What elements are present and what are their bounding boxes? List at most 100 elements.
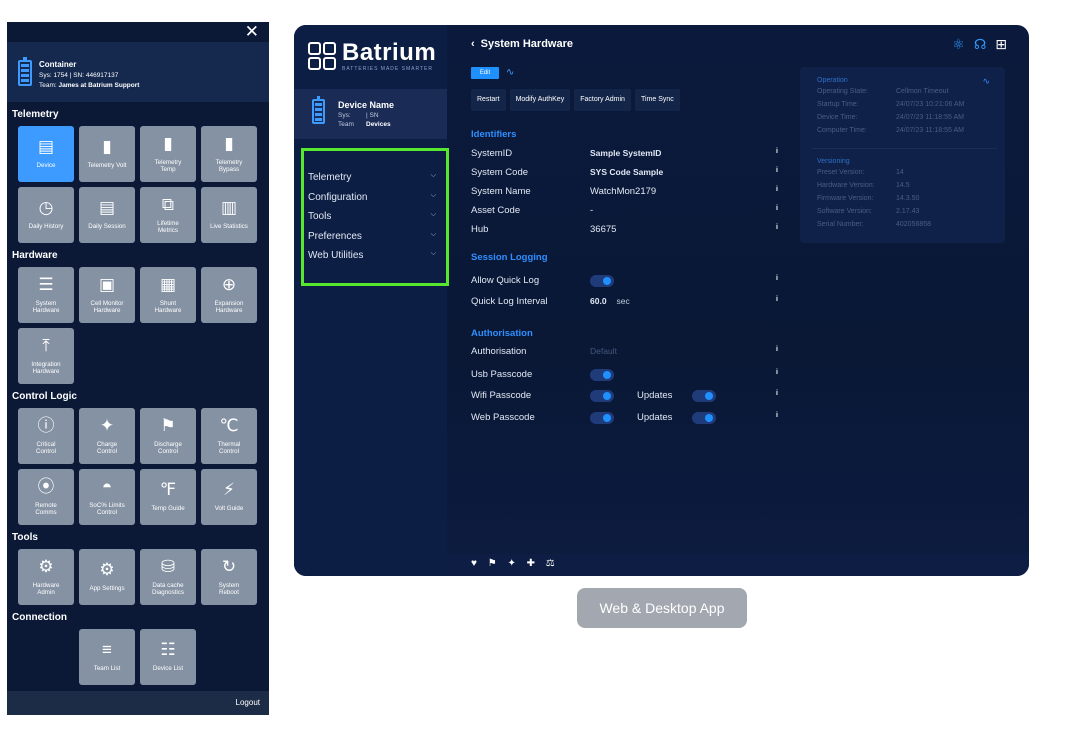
info-icon[interactable]: i — [776, 346, 778, 353]
nav-item-telemetry[interactable]: Telemetry ⌵ — [304, 169, 446, 189]
system-name-value[interactable]: WatchMon2179 — [590, 186, 656, 197]
serial-number-label: Serial Number: — [817, 221, 864, 228]
tile-label: Temp Guide — [151, 505, 185, 513]
tile-expansion-hardware[interactable]: ⊕ Expansion Hardware — [201, 267, 257, 323]
tile-charge-control[interactable]: ✦ Charge Control — [79, 408, 135, 464]
tile-telemetry-volt[interactable]: ▮ Telemetry Volt — [79, 126, 135, 182]
web-updates-label: Updates — [637, 412, 673, 423]
nav-item-preferences[interactable]: Preferences ⌵ — [304, 228, 446, 248]
info-icon[interactable]: i — [776, 275, 778, 282]
tile-system-reboot[interactable]: ↻ System Reboot — [201, 549, 257, 605]
wifi-updates-toggle[interactable] — [692, 390, 716, 402]
tile-team-list[interactable]: ≡ Team List — [79, 629, 135, 685]
section-heading-control-logic: Control Logic — [12, 391, 77, 402]
tile-daily-history[interactable]: ◷ Daily History — [18, 187, 74, 243]
close-icon[interactable]: ✕ — [245, 23, 259, 41]
status-info-panel: ∿ Operation Operating State: Cellmon Time… — [800, 67, 1005, 243]
nav-item-configuration[interactable]: Configuration ⌵ — [304, 189, 446, 209]
tile-thermal-control[interactable]: ℃ Thermal Control — [201, 408, 257, 464]
info-icon[interactable]: i — [776, 167, 778, 174]
tile-grid-control-logic: ⓘ Critical Control ✦ Charge Control ⚑ Dischar… — [7, 408, 269, 525]
tile-discharge-control[interactable]: ⚑ Discharge Control — [140, 408, 196, 464]
authorisation-value[interactable]: Default — [590, 346, 617, 356]
usb-passcode-toggle[interactable] — [590, 369, 614, 381]
wifi-passcode-row: Wifi Passcode Updates i — [471, 390, 781, 404]
tile-cell-monitor-hardware[interactable]: ▣ Cell Monitor Hardware — [79, 267, 135, 323]
system-code-value[interactable]: SYS Code Sample — [590, 167, 663, 177]
tile-soc-limits-control[interactable]: ◓ SoC% Limits Control — [79, 469, 135, 525]
session-logging-heading: Session Logging — [471, 252, 548, 263]
allow-quick-log-toggle[interactable] — [590, 275, 614, 287]
container-card[interactable]: Container Sys: 1754 | SN: 446917137 Team… — [7, 42, 269, 102]
wifi-passcode-toggle[interactable] — [590, 390, 614, 402]
restart-button[interactable]: Restart — [471, 89, 506, 111]
tile-remote-comms[interactable]: ⦿ Remote Comms — [18, 469, 74, 525]
pulse-icon[interactable]: ∿ — [982, 76, 990, 87]
info-icon[interactable]: i — [776, 205, 778, 212]
globe-icon[interactable]: ⚛ — [952, 36, 965, 53]
time-sync-button[interactable]: Time Sync — [634, 89, 680, 111]
wifi-passcode-label: Wifi Passcode — [471, 390, 532, 401]
tile-label: Cell Monitor Hardware — [90, 299, 124, 315]
back-icon[interactable]: ‹ — [471, 38, 475, 50]
tile-telemetry-temp[interactable]: ▮ Telemetry Temp — [140, 126, 196, 182]
bottom-toolbar-icons[interactable]: ♥ ⚑ ✦ ✚ ⚖ — [447, 554, 1029, 576]
allow-quick-log-row: Allow Quick Log i — [471, 275, 781, 289]
info-icon[interactable]: i — [776, 148, 778, 155]
tile-daily-session[interactable]: ▤ Daily Session — [79, 187, 135, 243]
tile-critical-control[interactable]: ⓘ Critical Control — [18, 408, 74, 464]
admin-icon: ⚙ — [38, 556, 54, 576]
hub-value[interactable]: 36675 — [590, 224, 616, 235]
device-card[interactable]: Device Name Sys: | SN Team Devices — [294, 89, 447, 139]
batrium-mark-icon[interactable]: ⊞ — [995, 36, 1007, 53]
tile-temp-guide[interactable]: ℉ Temp Guide — [140, 469, 196, 525]
info-icon[interactable]: i — [776, 186, 778, 193]
pulse-icon[interactable]: ∿ — [506, 67, 514, 78]
tile-lifetime-metrics[interactable]: ⧉ Lifetime Metrics — [140, 187, 196, 243]
tile-integration-hardware[interactable]: ⤒ Integration Hardware — [18, 328, 74, 384]
cell-monitor-icon: ▣ — [98, 274, 116, 294]
expansion-icon: ⊕ — [221, 274, 237, 294]
section-heading-telemetry: Telemetry — [12, 109, 59, 120]
edit-button[interactable]: Edit — [471, 67, 499, 79]
tile-device[interactable]: ▤ Device — [18, 126, 74, 182]
tile-label: Charge Control — [96, 440, 118, 456]
authorisation-heading: Authorisation — [471, 328, 533, 339]
tile-label: Remote Comms — [35, 501, 57, 517]
web-updates-toggle[interactable] — [692, 412, 716, 424]
logo-name: Batrium — [342, 39, 437, 66]
critical-icon: ⓘ — [37, 415, 55, 435]
nav-item-tools[interactable]: Tools ⌵ — [304, 208, 446, 228]
factory-admin-button[interactable]: Factory Admin — [574, 89, 631, 111]
nav-item-web-utilities[interactable]: Web Utilities ⌵ — [304, 247, 446, 267]
info-icon[interactable]: i — [776, 412, 778, 419]
tile-volt-guide[interactable]: ⚡ Volt Guide — [201, 469, 257, 525]
battery-icon — [312, 96, 325, 124]
info-icon[interactable]: i — [776, 390, 778, 397]
tile-live-statistics[interactable]: ▥ Live Statistics — [201, 187, 257, 243]
database-icon: ⛁ — [160, 556, 176, 576]
tile-label: Expansion Hardware — [214, 299, 244, 315]
logout-button[interactable]: Logout — [7, 691, 269, 715]
tile-shunt-hardware[interactable]: ▦ Shunt Hardware — [140, 267, 196, 323]
info-icon[interactable]: i — [776, 224, 778, 231]
tile-system-hardware[interactable]: ☰ System Hardware — [18, 267, 74, 323]
gauge-icon: ◓ — [101, 476, 113, 496]
tile-device-list[interactable]: ☷ Device List — [140, 629, 196, 685]
desktop-sidebar: Batrium BATTERIES MADE SMARTER Device Na… — [294, 25, 449, 576]
tile-label: Volt Guide — [214, 505, 244, 513]
tile-hardware-admin[interactable]: ⚙ Hardware Admin — [18, 549, 74, 605]
web-passcode-toggle[interactable] — [590, 412, 614, 424]
quick-log-interval-field[interactable]: 60.0 sec — [590, 296, 630, 307]
asset-code-value[interactable]: - — [590, 205, 593, 216]
headset-icon[interactable]: ☊ — [974, 36, 986, 53]
info-icon[interactable]: i — [776, 369, 778, 376]
operating-state-row: Operating State: Cellmon Timeout — [817, 88, 1005, 101]
tile-app-settings[interactable]: ⚙ App Settings — [79, 549, 135, 605]
section-heading-hardware: Hardware — [12, 250, 58, 261]
systemid-value[interactable]: Sample SystemID — [590, 148, 661, 158]
tile-telemetry-bypass[interactable]: ▮ Telemetry Bypass — [201, 126, 257, 182]
tile-data-cache-diagnostics[interactable]: ⛁ Data cache Diagnostics — [140, 549, 196, 605]
modify-authkey-button[interactable]: Modify AuthKey — [509, 89, 571, 111]
info-icon[interactable]: i — [776, 296, 778, 303]
